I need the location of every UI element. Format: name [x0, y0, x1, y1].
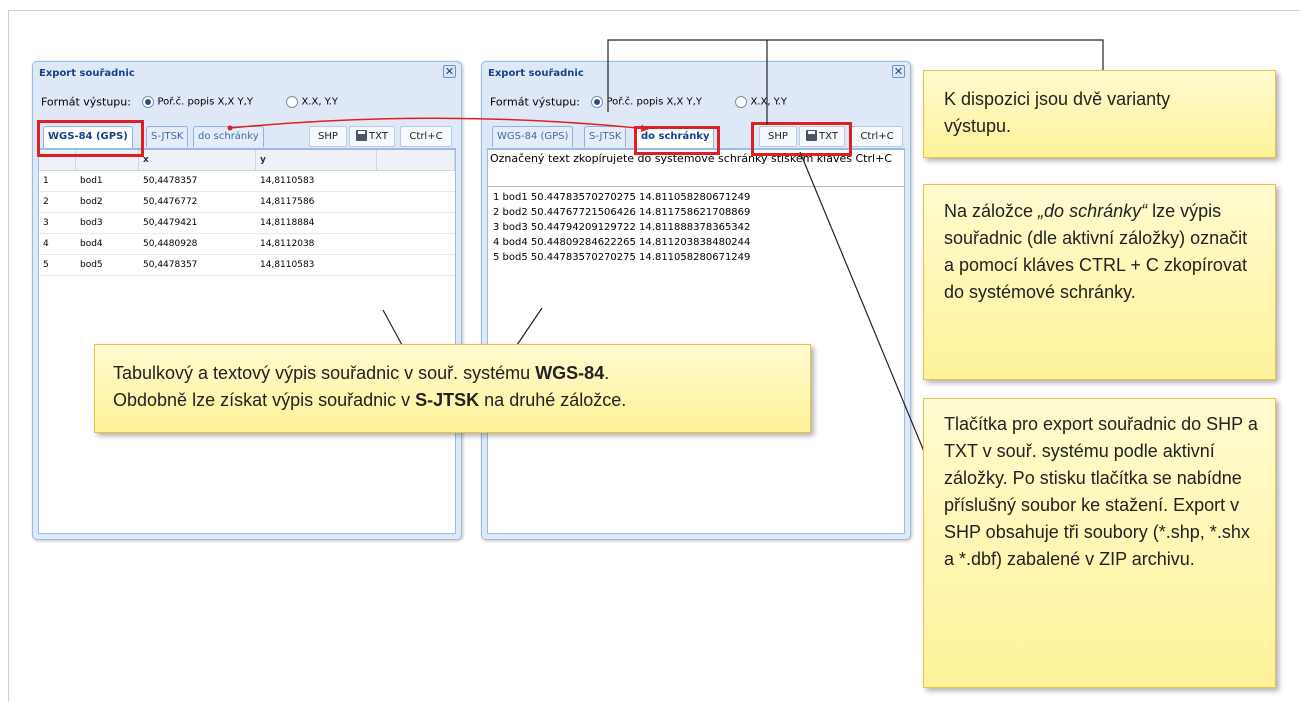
callout-clipboard: Na záložce „do schránky“ lze výpis souřa… — [923, 184, 1276, 380]
tab-arrow-start — [227, 125, 233, 131]
callout-export-buttons: Tlačítka pro export souřadnic do SHP a T… — [923, 398, 1276, 688]
callout-table-bold: S-JTSK — [415, 390, 480, 410]
callout-table-bold: WGS-84 — [535, 363, 605, 383]
callout-pointer — [799, 151, 936, 479]
callout-export-text: Tlačítka pro export souřadnic do SHP a T… — [944, 414, 1258, 569]
callout-table: Tabulkový a textový výpis souřadnic v so… — [94, 344, 811, 433]
callout-table-text: Obdobně lze získat výpis souřadnic v — [113, 390, 416, 410]
callout-table-text: . — [604, 363, 610, 383]
callout-table-line1: Tabulkový a textový výpis souřadnic v so… — [113, 360, 800, 387]
callout-clipboard-em: „do schránky“ — [1038, 201, 1148, 221]
callout-table-text: na druhé záložce. — [479, 390, 627, 410]
callout-clipboard-pre: Na záložce — [944, 201, 1039, 221]
callout-table-text: Tabulkový a textový výpis souřadnic v so… — [113, 363, 536, 383]
callout-pointer — [516, 307, 543, 346]
callout-pointer — [382, 309, 403, 346]
callout-variants-text: K dispozici jsou dvě varianty výstupu. — [944, 89, 1171, 136]
callout-table-line2: Obdobně lze získat výpis souřadnic v S-J… — [113, 387, 800, 414]
callout-variants: K dispozici jsou dvě varianty výstupu. — [923, 70, 1276, 158]
tab-arrow — [229, 117, 649, 133]
